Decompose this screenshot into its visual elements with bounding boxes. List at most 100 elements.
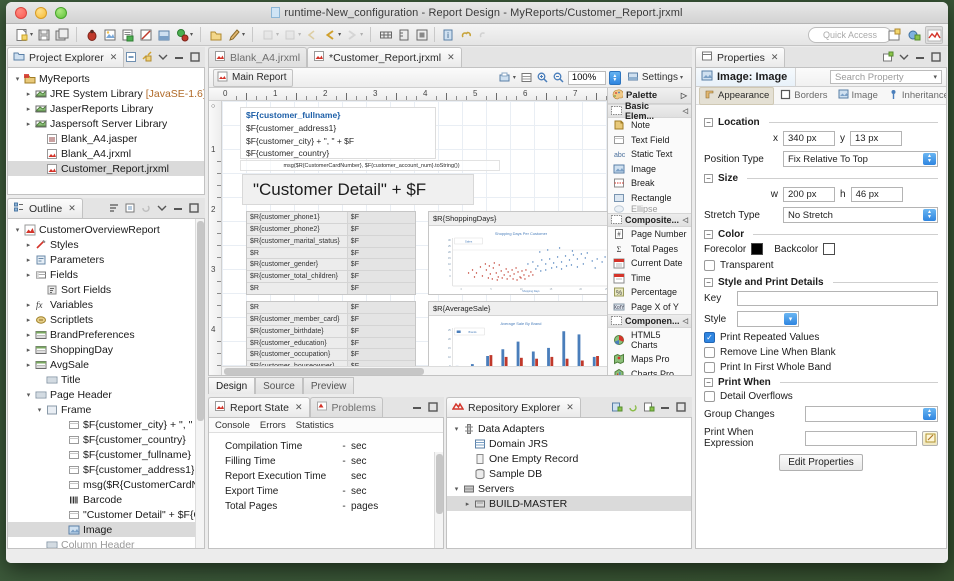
chevron-down-icon[interactable]: ▾ xyxy=(23,391,34,399)
refresh-icon[interactable] xyxy=(626,401,639,414)
chevron-down-icon[interactable]: ▾ xyxy=(451,485,462,493)
table-row[interactable]: $R{customer_phone2} $F xyxy=(247,224,415,236)
chevron-right-icon[interactable]: ▸ xyxy=(23,105,34,113)
outline-vertical-scrollbar[interactable] xyxy=(195,219,204,548)
collapse-toggle-icon[interactable]: − xyxy=(704,230,713,239)
search-property-input[interactable]: Search Property ▾ xyxy=(830,70,942,84)
report-design-perspective-icon[interactable] xyxy=(925,26,943,44)
brush-icon[interactable] xyxy=(225,26,242,43)
tree-item[interactable]: $F{customer_country} xyxy=(8,432,204,447)
repository-explorer-toolbar[interactable] xyxy=(610,397,692,417)
open-perspective-icon[interactable] xyxy=(885,26,903,44)
tab-problems[interactable]: Problems xyxy=(310,397,383,417)
maximize-view-icon[interactable] xyxy=(187,202,200,215)
ptab-appearance[interactable]: Appearance xyxy=(699,87,774,105)
tree-item[interactable]: ▸ JasperReports Library xyxy=(8,101,204,116)
zoom-in-icon[interactable] xyxy=(536,71,549,84)
collapse-icon[interactable]: ◁ xyxy=(683,107,688,115)
main-toolbar[interactable]: ▾ ▾ ▾ ▾ ▾ ▾ ▾ xyxy=(6,24,948,46)
open-icon[interactable] xyxy=(207,26,224,43)
chevron-right-icon[interactable]: ▸ xyxy=(23,331,34,339)
preview-icon[interactable] xyxy=(101,26,118,43)
section-print-when-header[interactable]: − Print When xyxy=(704,377,938,388)
project-explorer-tree[interactable]: ▾ MyReports ▸ JRE System Library [JavaSE… xyxy=(8,68,204,176)
chevron-down-icon[interactable]: ▾ xyxy=(12,226,23,234)
zoom-stepper[interactable]: ▲▼ xyxy=(609,71,621,85)
tree-item[interactable]: $F{customer_city} + ", " + $F{ .. xyxy=(8,417,204,432)
maximize-view-icon[interactable] xyxy=(426,401,439,414)
collapse-all-icon[interactable] xyxy=(124,51,137,64)
tree-item[interactable]: ▾ Page Header xyxy=(8,387,204,402)
field-card-number-msg[interactable]: msg($R{CustomerCardNumber}, $F{customer_… xyxy=(240,160,500,171)
print-in-first-whole-band-checkbox[interactable] xyxy=(704,362,715,373)
minimize-view-icon[interactable] xyxy=(913,51,926,64)
new-server-icon[interactable] xyxy=(642,401,655,414)
tree-item[interactable]: ▸ Fields xyxy=(8,267,204,282)
outline-toolbar[interactable] xyxy=(107,198,205,218)
tree-item[interactable]: $F{customer_fullname} xyxy=(8,447,204,462)
palette-item[interactable]: XofY Page X of Y xyxy=(608,300,691,315)
section-size-header[interactable]: − Size xyxy=(704,173,938,184)
chevron-right-icon[interactable]: ▸ xyxy=(23,316,34,324)
maximize-button[interactable] xyxy=(55,7,67,19)
subtab-statistics[interactable]: Statistics xyxy=(296,420,334,431)
remove-line-when-blank-checkbox[interactable] xyxy=(704,347,715,358)
field-customer-address1[interactable]: $F{customer_address1} xyxy=(243,122,433,134)
chevron-right-icon[interactable]: ▸ xyxy=(23,301,34,309)
palette-pin-icon[interactable]: ▷ xyxy=(681,91,687,100)
tree-item[interactable]: $F{customer_address1} xyxy=(8,462,204,477)
section-color-header[interactable]: − Color xyxy=(704,229,938,240)
chevron-right-icon[interactable]: ▸ xyxy=(23,120,34,128)
section-location-header[interactable]: − Location xyxy=(704,117,938,128)
report-state-subtabs[interactable]: Console Errors Statistics xyxy=(209,418,443,433)
compile-icon[interactable] xyxy=(119,26,136,43)
forward-dropdown-caret[interactable]: ▾ xyxy=(360,31,363,38)
tree-item[interactable]: Sample DB xyxy=(447,466,691,481)
project-explorer-toolbar[interactable] xyxy=(124,47,206,67)
maximize-view-icon[interactable] xyxy=(929,51,942,64)
unlink-icon[interactable] xyxy=(475,26,492,43)
report-state-toolbar[interactable] xyxy=(410,397,444,417)
properties-tab-strip[interactable]: Appearance Borders Image Inheritanc xyxy=(696,87,946,105)
tree-item[interactable]: ▸ JRE System Library [JavaSE-1.6] xyxy=(8,86,204,101)
w-input[interactable]: 200 px xyxy=(783,187,835,202)
forward-history-icon[interactable] xyxy=(259,26,276,43)
collapse-toggle-icon[interactable]: − xyxy=(704,118,713,127)
table-row[interactable]: $R{customer_education} $F xyxy=(247,338,415,350)
brush-dropdown-caret[interactable]: ▾ xyxy=(242,31,245,38)
table-row[interactable]: $R{customer_phone1} $F xyxy=(247,212,415,224)
y-input[interactable]: 13 px xyxy=(850,131,902,146)
ptab-borders[interactable]: Borders xyxy=(776,88,831,104)
view-menu-icon[interactable] xyxy=(897,51,910,64)
chevron-right-icon[interactable]: ▸ xyxy=(23,361,34,369)
tree-item[interactable]: "Customer Detail" + $F{Custom xyxy=(8,507,204,522)
minimize-view-icon[interactable] xyxy=(658,401,671,414)
field-customer-country[interactable]: $F{customer_country} xyxy=(243,147,433,159)
editor-toolbar[interactable]: Main Report ▾ 100% ▲▼ Se xyxy=(209,68,691,88)
close-icon[interactable]: ✕ xyxy=(295,402,303,413)
tree-item[interactable]: ▸ BrandPreferences xyxy=(8,327,204,342)
info-icon[interactable]: i xyxy=(439,26,456,43)
palette-item[interactable]: Rectangle xyxy=(608,191,691,206)
tab-blank-a4[interactable]: Blank_A4.jrxml xyxy=(208,47,307,67)
tree-item[interactable]: ▸ ShoppingDay xyxy=(8,342,204,357)
table-row[interactable]: $R{customer_gender} $F xyxy=(247,259,415,271)
zoom-level-input[interactable]: 100% xyxy=(568,71,606,85)
print-when-expression-input[interactable] xyxy=(805,431,917,446)
pin-properties-icon[interactable] xyxy=(881,51,894,64)
x-input[interactable]: 340 px xyxy=(783,131,835,146)
snap-icon[interactable] xyxy=(413,26,430,43)
link-icon[interactable] xyxy=(457,26,474,43)
position-type-combo[interactable]: Fix Relative To Top ▲▼ xyxy=(783,151,938,167)
settings-dropdown-caret[interactable]: ▾ xyxy=(680,74,683,81)
close-button[interactable] xyxy=(15,7,27,19)
subtab-console[interactable]: Console xyxy=(215,420,250,431)
chart-average-sale[interactable]: $R{AverageSale} Average Sale By Brand Br… xyxy=(428,301,607,375)
forward-icon[interactable] xyxy=(343,26,360,43)
expression-editor-icon[interactable] xyxy=(922,431,938,446)
editor-mode-tabs[interactable]: Design Source Preview xyxy=(208,377,692,394)
table-row[interactable]: $R{customer_occupation} $F xyxy=(247,349,415,361)
save-all-icon[interactable] xyxy=(53,26,70,43)
detail-table-2[interactable]: $R $F $R{customer_member_card} $F $R{cus… xyxy=(246,301,416,375)
run-dropdown-caret[interactable]: ▾ xyxy=(190,31,193,38)
